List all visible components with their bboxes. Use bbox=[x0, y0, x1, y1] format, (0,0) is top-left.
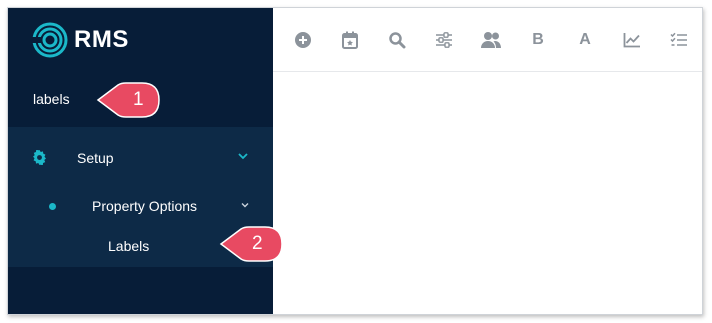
bold-button[interactable]: B bbox=[526, 28, 550, 52]
sidebar-item-property-options-label: Property Options bbox=[92, 198, 198, 214]
callout-pointer-shape bbox=[96, 82, 160, 118]
callout-1: 1 bbox=[96, 80, 162, 120]
sidebar-search-value: labels bbox=[33, 91, 70, 107]
callout-2-number: 2 bbox=[252, 233, 263, 254]
tasks-button[interactable] bbox=[667, 28, 691, 52]
checklist-icon bbox=[670, 32, 687, 46]
bold-icon: B bbox=[532, 31, 544, 48]
callout-1-number: 1 bbox=[133, 89, 144, 110]
sliders-icon bbox=[436, 32, 452, 48]
calendar-button[interactable] bbox=[338, 28, 362, 52]
guests-button[interactable] bbox=[479, 28, 503, 52]
callout-2: 2 bbox=[219, 224, 285, 264]
top-toolbar: B A bbox=[273, 8, 702, 72]
active-dot-icon bbox=[49, 203, 56, 210]
brand-name: RMS bbox=[74, 26, 129, 53]
line-chart-icon bbox=[623, 33, 640, 48]
chevron-down-icon bbox=[238, 153, 248, 160]
font-icon: A bbox=[579, 31, 591, 48]
rms-logo-icon bbox=[32, 22, 68, 58]
add-circle-icon bbox=[295, 32, 311, 48]
font-button[interactable]: A bbox=[573, 28, 597, 52]
add-button[interactable] bbox=[291, 28, 315, 52]
app-window: RMS labels Setup Property Options Labels bbox=[7, 7, 703, 315]
brand-logo[interactable]: RMS bbox=[32, 22, 129, 58]
filter-button[interactable] bbox=[432, 28, 456, 52]
reports-button[interactable] bbox=[620, 28, 644, 52]
sidebar-item-property-options[interactable]: Property Options bbox=[8, 186, 273, 226]
sidebar-item-setup[interactable]: Setup bbox=[8, 138, 273, 178]
chevron-down-icon bbox=[241, 203, 249, 208]
calendar-icon bbox=[342, 31, 358, 49]
sidebar-item-setup-label: Setup bbox=[77, 150, 114, 166]
sidebar-item-labels-label: Labels bbox=[108, 238, 150, 254]
search-icon bbox=[389, 32, 406, 49]
gear-icon bbox=[33, 150, 46, 165]
sidebar-search[interactable]: labels bbox=[33, 91, 70, 111]
users-icon bbox=[481, 32, 501, 48]
search-button[interactable] bbox=[385, 28, 409, 52]
